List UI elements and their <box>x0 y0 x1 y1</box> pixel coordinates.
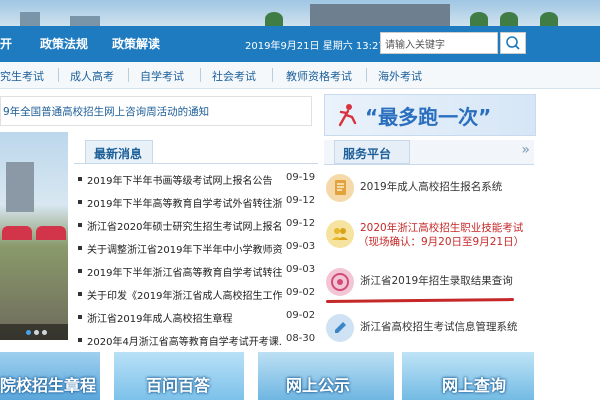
news-divider <box>74 163 318 164</box>
news-item[interactable]: 浙江省2020年硕士研究生招生考试网上报名... 09-12 <box>78 216 318 234</box>
slider-dot[interactable] <box>34 330 39 335</box>
news-item-title[interactable]: 2020年4月浙江省高等教育自学考试开考课... <box>87 333 282 348</box>
search-icon <box>506 36 520 50</box>
subnav-item-graduate[interactable]: 究生考试 <box>0 68 44 84</box>
service-item-info-system[interactable]: 浙江省高校招生考试信息管理系统 <box>324 310 534 354</box>
tile-label: 网上查询 <box>442 376 507 395</box>
service-sublabel: （现场确认：9月20日至9月21日） <box>358 236 525 248</box>
query-icon <box>326 268 354 296</box>
banner-building <box>70 16 100 26</box>
news-item[interactable]: 浙江省2019年成人高校招生章程 09-02 <box>78 308 318 326</box>
news-item[interactable]: 关于调整浙江省2019年下半年中小学教师资... 09-03 <box>78 239 318 257</box>
notice-link[interactable]: 9年全国普通高校招生网上咨询周活动的通知 <box>3 104 209 119</box>
services-header: 服务平台 » <box>324 140 534 165</box>
bullet-icon <box>78 269 82 273</box>
news-item[interactable]: 2020年4月浙江省高等教育自学考试开考课... 08-30 <box>78 331 318 349</box>
tile-label: 院校招生章程 <box>0 376 97 395</box>
bullet-icon <box>78 292 82 296</box>
slider-dot[interactable] <box>42 330 47 335</box>
slider-tent <box>36 226 66 240</box>
bullet-icon <box>78 246 82 250</box>
bullet-icon <box>78 200 82 204</box>
news-item-date: 08-30 <box>286 333 316 344</box>
news-item-title[interactable]: 2019年下半年书画等级考试网上报名公告 <box>87 172 282 187</box>
services-tab-title[interactable]: 服务平台 <box>334 140 410 164</box>
banner-tree <box>500 12 518 26</box>
header-banner <box>0 0 600 26</box>
banner-tree <box>470 12 488 26</box>
tile-admission-charter[interactable]: 院校招生章程 <box>0 352 100 400</box>
search-button[interactable] <box>500 32 526 54</box>
tile-faq[interactable]: 百问百答 <box>114 352 244 400</box>
subnav-divider <box>58 68 59 82</box>
news-item-date: 09-02 <box>286 310 316 321</box>
service-label[interactable]: 2019年成人高校招生报名系统 <box>360 179 502 194</box>
tile-online-query[interactable]: 网上查询 <box>402 352 534 400</box>
nav-item-policy[interactable]: 政策法规 <box>40 35 88 52</box>
document-icon <box>326 174 354 202</box>
service-item-adult-registration[interactable]: 2019年成人高校招生报名系统 <box>324 170 534 214</box>
subnav-item-self-study[interactable]: 自学考试 <box>140 68 184 84</box>
runner-icon <box>338 104 357 127</box>
banner-tree <box>540 12 558 26</box>
news-item[interactable]: 2019年下半年高等教育自学考试外省转往浙... 09-12 <box>78 193 318 211</box>
news-item-date: 09-19 <box>286 172 316 183</box>
banner-building <box>20 12 40 26</box>
slider-tent <box>2 226 32 240</box>
service-label[interactable]: 浙江省2019年招生录取结果查询 <box>360 273 513 288</box>
news-item-title[interactable]: 2019年下半年浙江省高等教育自学考试转往... <box>87 264 282 279</box>
news-item-title[interactable]: 2019年下半年高等教育自学考试外省转往浙... <box>87 195 282 210</box>
news-item-date: 09-02 <box>286 287 316 298</box>
slider-dot[interactable] <box>26 330 31 335</box>
search-input[interactable]: 请输入关键字 <box>380 32 498 54</box>
nav-item-home[interactable]: 开 <box>0 35 12 52</box>
bullet-icon <box>78 177 82 181</box>
subnav-item-adult[interactable]: 成人高考 <box>70 68 114 84</box>
news-item-title[interactable]: 关于印发《2019年浙江省成人高校招生工作... <box>87 287 282 302</box>
tile-online-publicity[interactable]: 网上公示 <box>258 352 394 400</box>
subnav-divider <box>366 68 367 82</box>
subnav-divider <box>200 68 201 82</box>
nav-item-interpretation[interactable]: 政策解读 <box>112 35 160 52</box>
bullet-icon <box>78 315 82 319</box>
subnav-divider <box>128 68 129 82</box>
promo-banner[interactable]: “最多跑一次” <box>324 94 536 136</box>
news-item[interactable]: 2019年下半年浙江省高等教育自学考试转往... 09-03 <box>78 262 318 280</box>
subnav-item-teacher[interactable]: 教师资格考试 <box>286 68 352 84</box>
tile-label: 百问百答 <box>146 376 211 395</box>
news-item-date: 09-12 <box>286 195 316 206</box>
banner-building <box>310 4 450 26</box>
service-label[interactable]: 浙江省高校招生考试信息管理系统 <box>360 319 518 334</box>
bullet-icon <box>78 223 82 227</box>
users-icon <box>326 220 354 248</box>
notice-bar: 9年全国普通高校招生网上咨询周活动的通知 <box>0 96 312 126</box>
edit-icon <box>326 314 354 342</box>
photo-slider[interactable] <box>0 132 68 340</box>
news-item[interactable]: 关于印发《2019年浙江省成人高校招生工作... 09-02 <box>78 285 318 303</box>
news-item-date: 09-03 <box>286 264 316 275</box>
service-item-vocational-exam[interactable]: 2020年浙江高校招生职业技能考试 （现场确认：9月20日至9月21日） <box>324 216 534 260</box>
tile-label: 网上公示 <box>286 376 351 395</box>
slider-building <box>6 162 34 212</box>
subnav-item-social[interactable]: 社会考试 <box>212 68 256 84</box>
news-item-date: 09-03 <box>286 241 316 252</box>
news-item-title[interactable]: 浙江省2020年硕士研究生招生考试网上报名... <box>87 218 282 233</box>
current-date: 2019年9月21日 星期六 13:27:47 <box>245 41 401 52</box>
service-label[interactable]: 2020年浙江高校招生职业技能考试 <box>360 220 523 235</box>
subnav-item-overseas[interactable]: 海外考试 <box>378 68 422 84</box>
banner-tree <box>265 12 283 26</box>
bullet-icon <box>78 338 82 342</box>
promo-text: “最多跑一次” <box>365 105 492 129</box>
news-item-date: 09-12 <box>286 218 316 229</box>
news-item[interactable]: 2019年下半年书画等级考试网上报名公告 09-19 <box>78 170 318 188</box>
news-tab-title[interactable]: 最新消息 <box>85 140 153 164</box>
subnav-divider <box>272 68 273 82</box>
news-item-title[interactable]: 关于调整浙江省2019年下半年中小学教师资... <box>87 241 282 256</box>
news-item-title[interactable]: 浙江省2019年成人高校招生章程 <box>87 310 282 325</box>
sub-nav: 究生考试 成人高考 自学考试 社会考试 教师资格考试 海外考试 <box>0 62 600 89</box>
more-arrow-icon[interactable]: » <box>521 142 530 158</box>
